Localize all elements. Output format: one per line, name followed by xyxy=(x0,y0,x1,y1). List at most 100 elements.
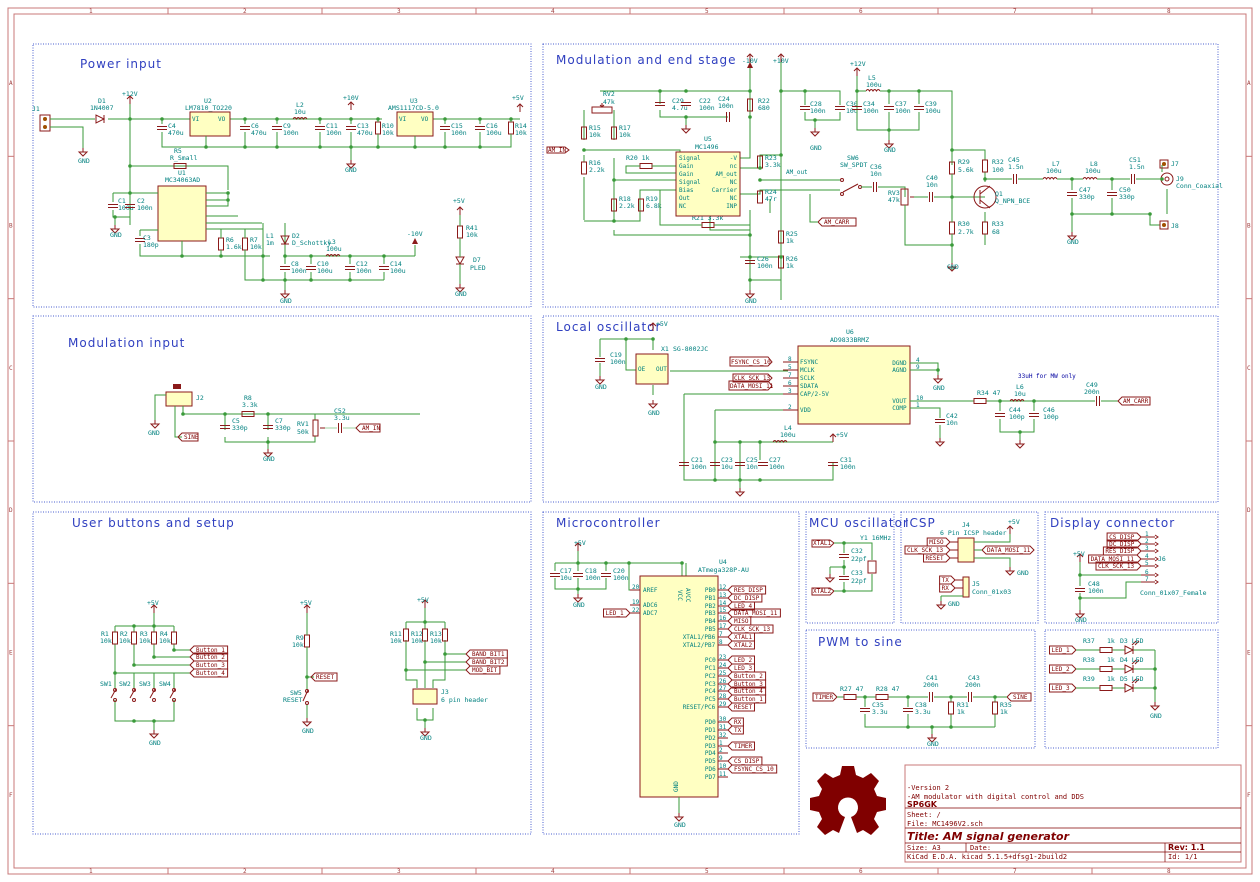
svg-text:GND: GND xyxy=(573,601,585,609)
wire-junction xyxy=(887,89,891,93)
mcu-pin-number: 17 xyxy=(719,623,727,630)
block-title-icsp: ICSP xyxy=(905,516,936,530)
net-label-text: DC_DISP xyxy=(734,595,760,602)
svg-text:R27 47: R27 47 xyxy=(840,685,864,693)
svg-text:100n: 100n xyxy=(769,463,785,471)
mcu-pin-label: PD6 xyxy=(705,766,716,773)
svg-text:100n: 100n xyxy=(291,267,307,275)
wire-junction xyxy=(748,115,752,119)
svg-text:6 Pin ICSP header: 6 Pin ICSP header xyxy=(940,529,1007,537)
wire-junction xyxy=(576,561,580,565)
wire-junction xyxy=(132,719,136,723)
svg-text:VI: VI xyxy=(192,116,200,123)
u6-pin-number: 2 xyxy=(788,404,792,411)
svg-text:3.3u: 3.3u xyxy=(334,414,350,422)
wire-junction xyxy=(748,255,752,259)
svg-text:GND: GND xyxy=(1067,238,1079,246)
u5-pin-label: NC xyxy=(730,195,738,202)
mcu-pin-label: PC1 xyxy=(705,665,716,672)
j6-socket xyxy=(1154,541,1159,547)
j6-pin-number: 6 xyxy=(1145,569,1149,576)
wire-junction xyxy=(283,254,287,258)
net-label-text: LED_1 xyxy=(606,610,624,617)
frame-column-marker: 4 xyxy=(551,868,555,875)
mcu-pin-label: RESET/PC6 xyxy=(683,704,716,711)
status-leds-circuit: LED_1 R37 1k D3 LED LED_2 R38 1k D4 LED LED_3 R39… xyxy=(1049,637,1162,720)
wire-junction xyxy=(226,198,230,202)
svg-text:J4: J4 xyxy=(962,521,970,529)
wire-junction xyxy=(949,725,953,729)
svg-text:PLED: PLED xyxy=(470,264,486,272)
frame-row-marker: F xyxy=(1247,792,1251,799)
mcu-pin-number: 24 xyxy=(719,662,727,669)
net-label-text: RES_DISP xyxy=(734,587,763,594)
svg-text:FSYNC_CS_10: FSYNC_CS_10 xyxy=(731,359,771,366)
wire-junction xyxy=(423,718,427,722)
block-title-display-connector: Display connector xyxy=(1050,516,1175,530)
svg-text:GND: GND xyxy=(280,297,292,305)
svg-text:10k: 10k xyxy=(382,129,394,137)
wire-junction xyxy=(443,117,447,121)
svg-text:+5V: +5V xyxy=(453,197,465,205)
oshw-logo xyxy=(810,766,886,835)
svg-text:10k: 10k xyxy=(430,637,442,645)
wire-junction xyxy=(582,148,586,152)
wire-junction xyxy=(1070,212,1074,216)
svg-text:100n: 100n xyxy=(863,107,879,115)
svg-text:3.3k: 3.3k xyxy=(242,401,258,409)
wire-junction xyxy=(181,412,185,416)
svg-text:68: 68 xyxy=(992,228,1000,236)
svg-text:RESET: RESET xyxy=(283,696,303,704)
u6-pin-label: SDATA xyxy=(800,383,818,390)
mcu-pin-label: PC0 xyxy=(705,657,716,664)
j6-pin-number: 3 xyxy=(1145,545,1149,552)
wire-junction xyxy=(152,655,156,659)
wire-junction xyxy=(113,215,117,219)
frame-column-marker: 6 xyxy=(859,868,863,875)
wire-junction xyxy=(1018,430,1022,434)
wire-junction xyxy=(160,117,164,121)
svg-text:GND: GND xyxy=(149,739,161,747)
wire-junction xyxy=(983,177,987,181)
wire-junction xyxy=(132,624,136,628)
wire-junction xyxy=(658,89,662,93)
svg-text:22pf: 22pf xyxy=(851,577,867,585)
svg-text:GND: GND xyxy=(595,383,607,391)
svg-text:-10V: -10V xyxy=(407,230,423,238)
svg-text:10k: 10k xyxy=(292,641,304,649)
wire-junction xyxy=(219,254,223,258)
frame-column-marker: 6 xyxy=(859,8,863,15)
mcu-pin-label: XTAL1/PB6 xyxy=(683,634,716,641)
svg-text:100u: 100u xyxy=(1085,167,1101,175)
svg-text:470u: 470u xyxy=(251,129,267,137)
u6-pin-label: COMP xyxy=(892,405,907,412)
converter-u1 xyxy=(157,185,207,242)
svg-text:10u: 10u xyxy=(560,574,572,582)
svg-text:AM_CARR: AM_CARR xyxy=(824,219,850,226)
svg-text:100n: 100n xyxy=(718,102,734,110)
mcu-pin-number: 7 xyxy=(719,631,723,638)
wire-junction xyxy=(748,89,752,93)
net-label-text: LED_2 xyxy=(734,657,752,664)
frame-row-marker: B xyxy=(1247,223,1251,230)
wire-junction xyxy=(309,254,313,258)
svg-text:1.5n: 1.5n xyxy=(1008,163,1024,171)
wire-junction xyxy=(128,117,132,121)
svg-text:+5V: +5V xyxy=(1008,518,1020,526)
svg-text:10k: 10k xyxy=(515,129,527,137)
j6-pin-number: 1 xyxy=(1145,531,1149,538)
pullup-resistor xyxy=(151,631,157,645)
frame-row-marker: E xyxy=(1247,650,1251,657)
svg-text:100n: 100n xyxy=(895,107,911,115)
wire-junction xyxy=(478,145,482,149)
led-resistor xyxy=(1099,666,1113,672)
svg-text:1k: 1k xyxy=(957,708,965,716)
wire-junction xyxy=(906,695,910,699)
wire-junction xyxy=(1110,177,1114,181)
led-resistor-ref: R38 xyxy=(1083,656,1095,664)
frame-row-marker: B xyxy=(9,223,13,230)
file-name: File: MC1496V2.sch xyxy=(907,820,983,828)
svg-text:TIMER: TIMER xyxy=(815,694,833,701)
mcu-pin-label: XTAL2/PB7 xyxy=(683,642,716,649)
diode-d1 xyxy=(95,114,106,124)
